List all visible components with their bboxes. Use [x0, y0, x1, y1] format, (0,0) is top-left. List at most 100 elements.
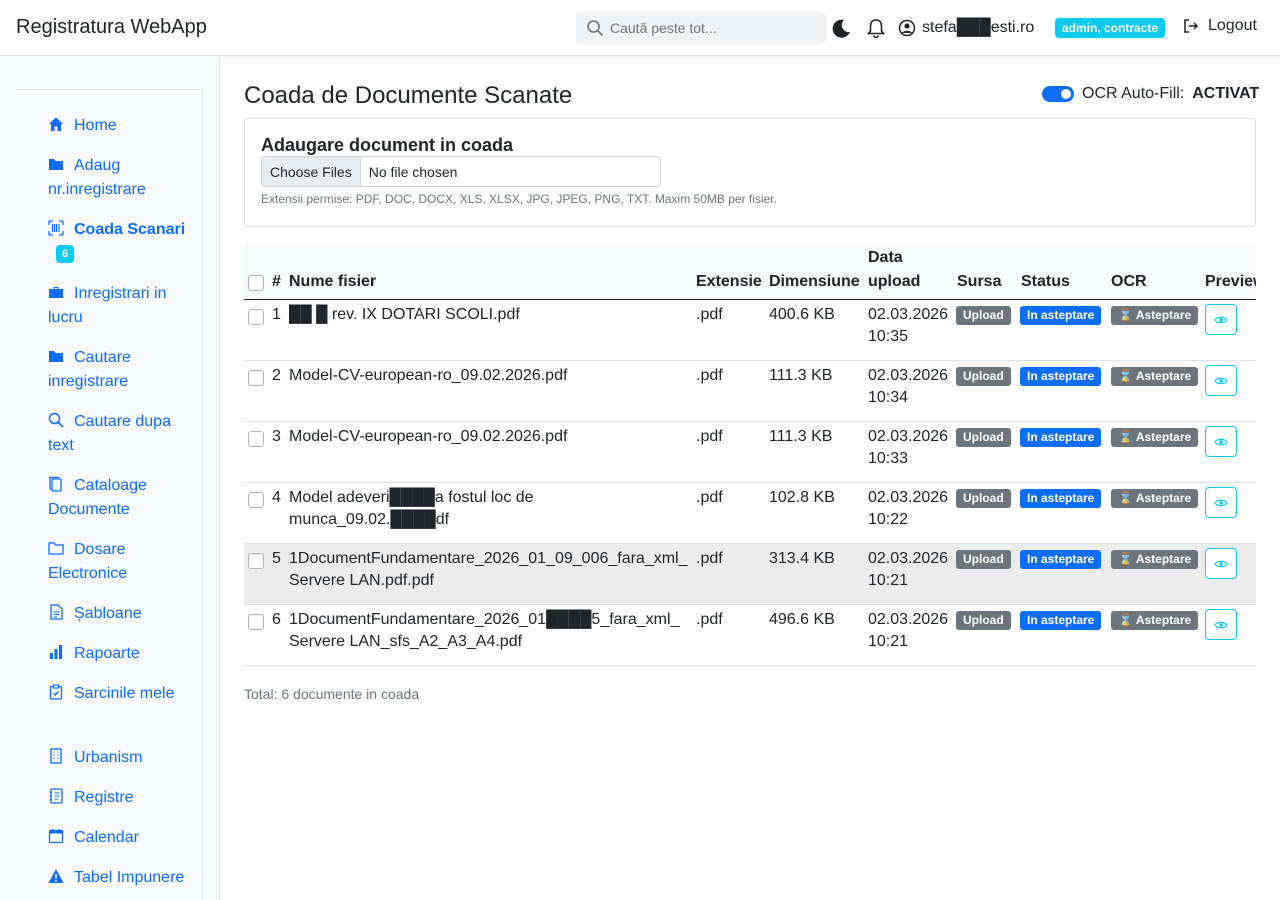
source-badge: Upload: [956, 489, 1011, 508]
sidebar-item-rapoarte[interactable]: Rapoarte: [48, 642, 198, 666]
row-date-time: 10:22: [868, 511, 909, 528]
row-size: 313.4 KB: [769, 550, 835, 567]
sidebar-item-label: Home: [74, 117, 117, 134]
col-size[interactable]: Dimensiune: [769, 270, 860, 294]
bell-icon[interactable]: [865, 17, 887, 39]
select-all-checkbox[interactable]: [248, 275, 264, 291]
sidebar-item-calendar[interactable]: Calendar: [48, 826, 198, 850]
sidebar-item-sabloane[interactable]: Șabloane: [48, 602, 198, 626]
source-badge: Upload: [956, 306, 1011, 325]
source-badge: Upload: [956, 611, 1011, 630]
col-source[interactable]: Sursa: [957, 270, 1001, 294]
preview-button[interactable]: [1205, 365, 1237, 396]
col-status[interactable]: Status: [1021, 270, 1070, 294]
col-ocr[interactable]: OCR: [1111, 270, 1147, 294]
queue-count-badge: 6: [56, 245, 75, 263]
sidebar-item-tabel-impunere[interactable]: Tabel Impunere: [48, 866, 198, 890]
sidebar-item-label: Urbanism: [74, 749, 143, 766]
row-size: 111.3 KB: [769, 367, 833, 384]
row-checkbox[interactable]: [248, 431, 264, 447]
sidebar-item-registre[interactable]: Registre: [48, 786, 198, 810]
col-date-line2: upload: [868, 273, 921, 290]
eye-icon: [1214, 621, 1228, 629]
documents-table: # Nume fisier Extensie Dimensiune Data up…: [244, 243, 1256, 666]
row-date-time: 10:35: [868, 328, 909, 345]
user-email: stefa███esti.ro: [922, 19, 1035, 36]
row-date-day: 02.03.2026: [868, 306, 949, 323]
row-filename-line1: Model-CV-european-ro_09.02.2026.pdf: [289, 367, 568, 384]
row-checkbox[interactable]: [248, 370, 264, 386]
row-filename-line1: Model adeveri████a fostul loc de: [289, 489, 534, 506]
col-date[interactable]: Data upload: [868, 246, 920, 294]
preview-button[interactable]: [1205, 426, 1237, 457]
sidebar-item-cataloage[interactable]: Cataloage Documente: [48, 474, 198, 522]
row-checkbox[interactable]: [248, 614, 264, 630]
ocr-autofill-toggle[interactable]: OCR Auto-Fill: ACTIVAT: [1042, 85, 1259, 103]
row-filename-line1: ██ █ rev. IX DOTARI SCOLI.pdf: [289, 306, 520, 323]
logout-label: Logout: [1208, 17, 1257, 34]
col-name[interactable]: Nume fisier: [289, 270, 376, 294]
sidebar-item-sarcini[interactable]: Sarcinile mele: [48, 682, 198, 706]
sidebar-item-inregistrari[interactable]: Inregistrari in lucru: [48, 282, 198, 330]
sidebar-item-cautare[interactable]: Cautare inregistrare: [48, 346, 198, 394]
sidebar-item-dosare[interactable]: Dosare Electronice: [48, 538, 198, 586]
col-preview: Preview: [1205, 273, 1256, 290]
ocr-label: OCR Auto-Fill:: [1082, 85, 1185, 102]
sidebar-item-label: Calendar: [74, 829, 139, 846]
role-badge: admin, contracte: [1055, 18, 1166, 38]
user-circle-icon: [898, 19, 916, 37]
upload-heading: Adaugare document in coada: [261, 135, 514, 155]
journal-icon: [49, 788, 63, 804]
table-row[interactable]: 1 ██ █ rev. IX DOTARI SCOLI.pdf .pdf 400…: [244, 300, 1256, 361]
search-input[interactable]: [610, 11, 820, 45]
row-date-day: 02.03.2026: [868, 611, 949, 628]
sidebar-item-cautare-text[interactable]: Cautare dupa text: [48, 410, 198, 458]
table-row[interactable]: 2 Model-CV-european-ro_09.02.2026.pdf .p…: [244, 361, 1256, 422]
row-checkbox[interactable]: [248, 553, 264, 569]
moon-icon[interactable]: [830, 17, 852, 39]
status-badge: In asteptare: [1020, 611, 1102, 630]
preview-button[interactable]: [1205, 487, 1237, 518]
table-row[interactable]: 3 Model-CV-european-ro_09.02.2026.pdf .p…: [244, 422, 1256, 483]
table-row[interactable]: 5 1DocumentFundamentare_2026_01_09_006_f…: [244, 544, 1256, 605]
top-navbar: Registratura WebApp stefa███esti.ro admi…: [0, 0, 1280, 56]
ocr-switch[interactable]: [1042, 86, 1074, 102]
page-title: Coada de Documente Scanate: [244, 82, 573, 109]
sidebar-item-home[interactable]: Home: [48, 114, 198, 138]
choose-files-button[interactable]: Choose Files: [262, 157, 361, 186]
global-search[interactable]: [576, 11, 826, 45]
ocr-state: ACTIVAT: [1192, 85, 1260, 102]
sidebar-item-label: Tabel Impunere: [74, 869, 185, 886]
eye-icon: [1214, 438, 1228, 446]
ocr-badge: ⌛ Asteptare: [1111, 550, 1199, 569]
sidebar-item-urbanism[interactable]: Urbanism: [48, 746, 198, 770]
sidebar-item-coada[interactable]: Coada Scanari 6: [48, 218, 198, 266]
row-date-day: 02.03.2026: [868, 550, 949, 567]
logout-button[interactable]: Logout: [1182, 17, 1257, 35]
row-date: 02.03.2026 10:21: [868, 548, 948, 592]
row-date-day: 02.03.2026: [868, 428, 949, 445]
warning-icon: [48, 869, 64, 883]
sidebar-item-adaug[interactable]: Adaug nr.inregistrare: [48, 154, 198, 202]
col-num: #: [272, 273, 281, 290]
row-filename-line1: 1DocumentFundamentare_2026_01_09_006_far…: [289, 550, 688, 567]
row-num: 2: [272, 367, 281, 384]
row-checkbox[interactable]: [248, 492, 264, 508]
row-filename: Model adeveri████a fostul loc de munca_09…: [289, 487, 694, 531]
preview-button[interactable]: [1205, 609, 1237, 640]
app-title[interactable]: Registratura WebApp: [16, 16, 207, 39]
sidebar-item-label: Sarcinile mele: [74, 685, 175, 702]
row-ext: .pdf: [696, 550, 723, 567]
preview-button[interactable]: [1205, 548, 1237, 579]
col-ext[interactable]: Extensie: [696, 270, 762, 294]
preview-button[interactable]: [1205, 304, 1237, 335]
table-row[interactable]: 6 1DocumentFundamentare_2026_01████5_far…: [244, 605, 1256, 666]
row-filename: 1DocumentFundamentare_2026_01████5_fara_…: [289, 609, 694, 653]
row-date-day: 02.03.2026: [868, 489, 949, 506]
file-input[interactable]: Choose Files No file chosen: [261, 156, 661, 187]
barcode-icon: [48, 220, 64, 236]
user-menu[interactable]: stefa███esti.ro: [898, 17, 1034, 39]
row-date-time: 10:21: [868, 572, 909, 589]
row-checkbox[interactable]: [248, 309, 264, 325]
table-row[interactable]: 4 Model adeveri████a fostul loc de munca_…: [244, 483, 1256, 544]
